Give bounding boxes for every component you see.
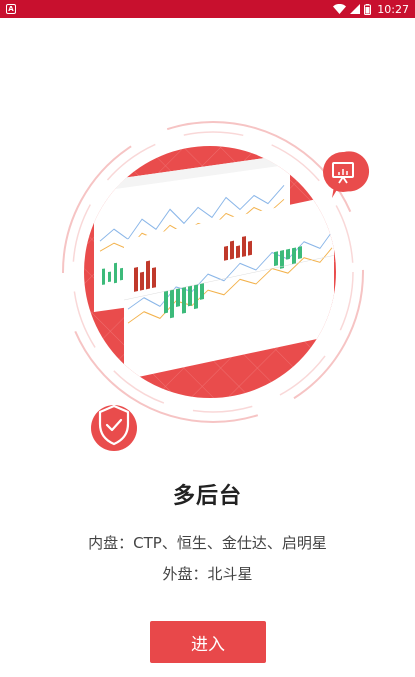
battery-icon	[364, 3, 372, 15]
presentation-chart-icon	[323, 151, 370, 198]
description-foreign: 外盘：北斗星	[162, 565, 253, 583]
enter-button[interactable]: 进入	[150, 621, 266, 663]
description-domestic: 内盘：CTP、恒生、金仕达、启明星	[88, 534, 327, 552]
status-time: 10:27	[377, 2, 409, 16]
multi-backend-illustration	[62, 121, 370, 451]
shield-check-icon	[91, 404, 137, 451]
signal-icon	[350, 4, 361, 14]
wifi-icon	[333, 4, 347, 14]
status-bar: A 10:27	[0, 0, 415, 18]
app-notification-icon: A	[6, 4, 16, 14]
page-title: 多后台	[172, 484, 242, 509]
